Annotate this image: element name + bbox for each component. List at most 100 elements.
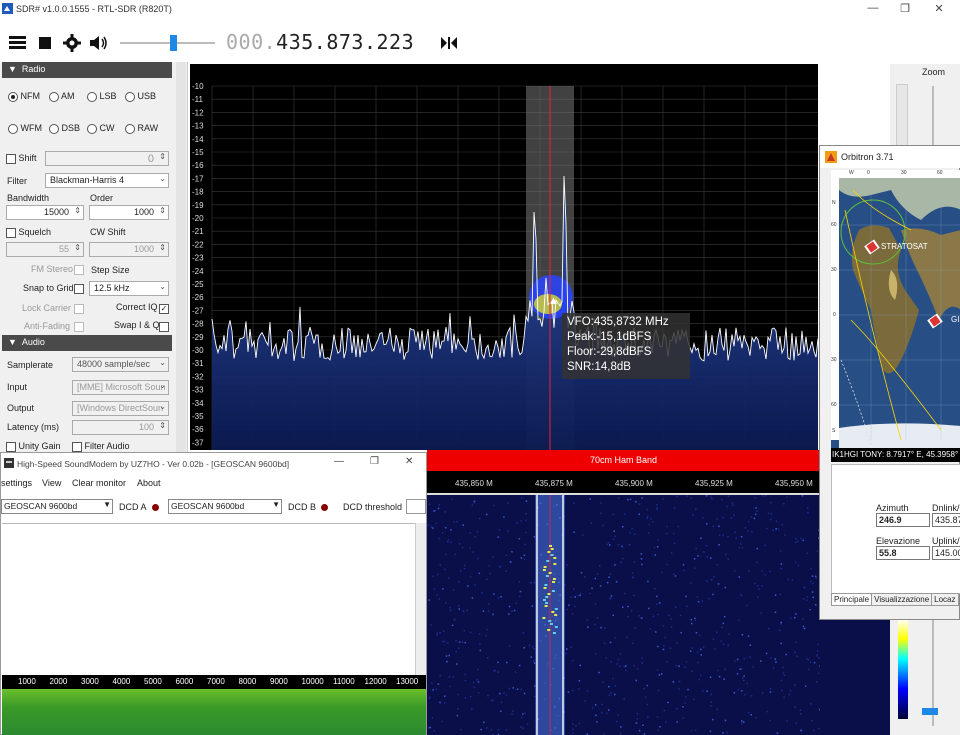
world-map[interactable]: STRATOSAT GI W 0 30 60 N 60 30 0 30 60 S [831,170,960,448]
db-tick-label: -33 [192,386,204,395]
filter-label: Filter [7,176,27,186]
tune-center-icon[interactable] [440,36,458,50]
shift-input[interactable]: 0 ⇕ [45,151,169,166]
step-size-select[interactable]: 12.5 kHz ⌄ [89,281,169,296]
snap-to-grid-checkbox[interactable] [74,283,84,294]
monitor-scrollbar[interactable] [415,523,426,675]
azimuth-label: Azimuth [876,503,909,513]
squelch-input[interactable]: 55 ⇕ [6,242,84,257]
menu-about[interactable]: About [137,478,161,488]
sdr-logo-icon [2,3,13,14]
squelch-checkbox[interactable]: Squelch [6,227,51,238]
observer-status: IK1HGI TONY: 8.7917° E, 45.3958° [831,448,960,462]
modem-minimize-button[interactable]: — [334,456,344,467]
modem-b-select[interactable]: GEOSCAN 9600bd ▼ [168,499,282,514]
monitor-text-area[interactable] [2,523,426,675]
band-plan-bar[interactable]: 70cm Ham Band [427,450,820,471]
menu-view[interactable]: View [42,478,61,488]
minimize-button[interactable]: — [858,2,888,14]
mode-wfm[interactable]: WFM [8,123,42,134]
audio-section-header[interactable]: ▼ Audio [2,335,172,351]
latency-input[interactable]: 100 ⇕ [72,420,169,435]
orbitron-tabs: Principale Visualizzazione Locaz [831,593,960,607]
elevation-label: Elevazione [876,536,921,546]
gear-icon[interactable] [62,32,82,52]
mode-cw[interactable]: CW [87,123,115,134]
db-tick-label: -24 [192,267,204,276]
audio-freq-tick-label: 5000 [144,677,162,686]
modem-a-select[interactable]: GEOSCAN 9600bd ▼ [1,499,113,514]
soundmodem-window: High-Speed SoundModem by UZ7HO - Ver 0.0… [0,452,427,735]
mode-lsb[interactable]: LSB [87,91,117,102]
input-label: Input [7,382,28,392]
dcd-b-indicator [321,504,328,511]
db-tick-label: -36 [192,425,204,434]
unity-gain-checkbox[interactable]: Unity Gain [6,441,61,452]
tooltip-vfo: VFO:435,8732 MHz [567,316,669,328]
zoom-slider-thumb[interactable] [922,708,938,715]
audio-spectrum-waterfall[interactable] [2,689,426,735]
menu-icon[interactable] [8,32,28,52]
close-button[interactable]: ✕ [924,2,954,15]
mode-dsb[interactable]: DSB [49,123,80,134]
fm-stereo-checkbox[interactable] [74,264,84,275]
waterfall-display-right[interactable] [820,620,890,735]
order-input[interactable]: 1000 ⇕ [89,205,169,220]
modem-maximize-button[interactable]: ❐ [370,456,379,467]
audio-freq-tick-label: 10000 [301,677,324,686]
audio-freq-tick-label: 12000 [364,677,387,686]
db-tick-label: -16 [192,161,204,170]
db-tick-label: -13 [192,122,204,131]
volume-slider[interactable] [120,42,215,44]
spectrum-analyzer[interactable]: -10 -11 -12 -13 -14 -15 -16 -17 -18 -19 -20 -21 -22 -… [190,64,818,450]
filter-select[interactable]: Blackman-Harris 4 ⌄ [45,173,169,188]
output-device-select[interactable]: [Windows DirectSoun ⌄ [72,401,169,416]
db-tick-label: -28 [192,320,204,329]
bandwidth-input[interactable]: 15000 ⇕ [6,205,84,220]
stop-icon[interactable] [36,32,56,52]
map-longitude-labels: W 0 30 60 [849,170,943,176]
elevation-value: 55.8 [876,546,930,560]
shift-checkbox[interactable]: Shift [6,153,37,164]
tab-principale[interactable]: Principale [831,593,873,606]
mode-raw[interactable]: RAW [125,123,158,134]
modem-close-button[interactable]: ✕ [405,456,413,467]
volume-slider-thumb[interactable] [170,35,177,51]
speaker-icon[interactable] [88,32,108,52]
cw-shift-input[interactable]: 1000 ⇕ [89,242,169,257]
audio-freq-tick-label: 6000 [175,677,194,686]
dcd-threshold-label: DCD threshold [343,502,403,512]
mouse-cursor-icon: ▲ [548,295,559,307]
tab-locazione[interactable]: Locaz [931,593,959,606]
samplerate-select[interactable]: 48000 sample/sec ⌄ [72,357,169,372]
sat-label-stratosat: STRATOSAT [881,242,928,251]
mode-usb[interactable]: USB [125,91,156,102]
correct-iq-label: Correct IQ [116,302,158,312]
zoom-label: Zoom [922,67,946,77]
input-device-select[interactable]: [MME] Microsoft Soun ⌄ [72,380,169,395]
radio-section-header[interactable]: ▼ Radio [2,62,172,78]
frequency-display[interactable]: 000.435.873.223 [226,30,414,54]
fm-stereo-label: FM Stereo [31,264,74,274]
menu-settings[interactable]: settings [1,478,32,488]
tab-visualizzazione[interactable]: Visualizzazione [871,593,933,606]
menu-clear-monitor[interactable]: Clear monitor [72,478,126,488]
mode-nfm[interactable]: NFM [8,91,40,102]
db-tick-label: -10 [192,82,204,91]
signal-tooltip: VFO:435,8732 MHz Peak:-15,1dBFS Floor:-2… [562,313,690,379]
filter-audio-checkbox[interactable]: Filter Audio [72,441,130,452]
correct-iq-checkbox[interactable]: ✓ [159,303,169,314]
left-panel-scrollbar[interactable] [176,62,186,452]
lock-carrier-checkbox[interactable] [74,303,84,314]
swap-iq-checkbox[interactable] [159,321,169,332]
db-tick-label: -17 [192,174,204,183]
audio-freq-tick-label: 11000 [333,677,355,686]
db-tick-label: -37 [192,438,204,447]
maximize-button[interactable]: ❐ [890,2,920,15]
anti-fading-checkbox[interactable] [74,321,84,332]
dcd-threshold-slider[interactable] [406,499,426,514]
spectrum-plot[interactable]: -10 -11 -12 -13 -14 -15 -16 -17 -18 -19 -20 -21 -22 -… [190,64,818,450]
uplink-label: Uplink/M [932,536,960,546]
mode-am[interactable]: AM [49,91,75,102]
freq-tick-label: 435,925 M [695,479,733,488]
